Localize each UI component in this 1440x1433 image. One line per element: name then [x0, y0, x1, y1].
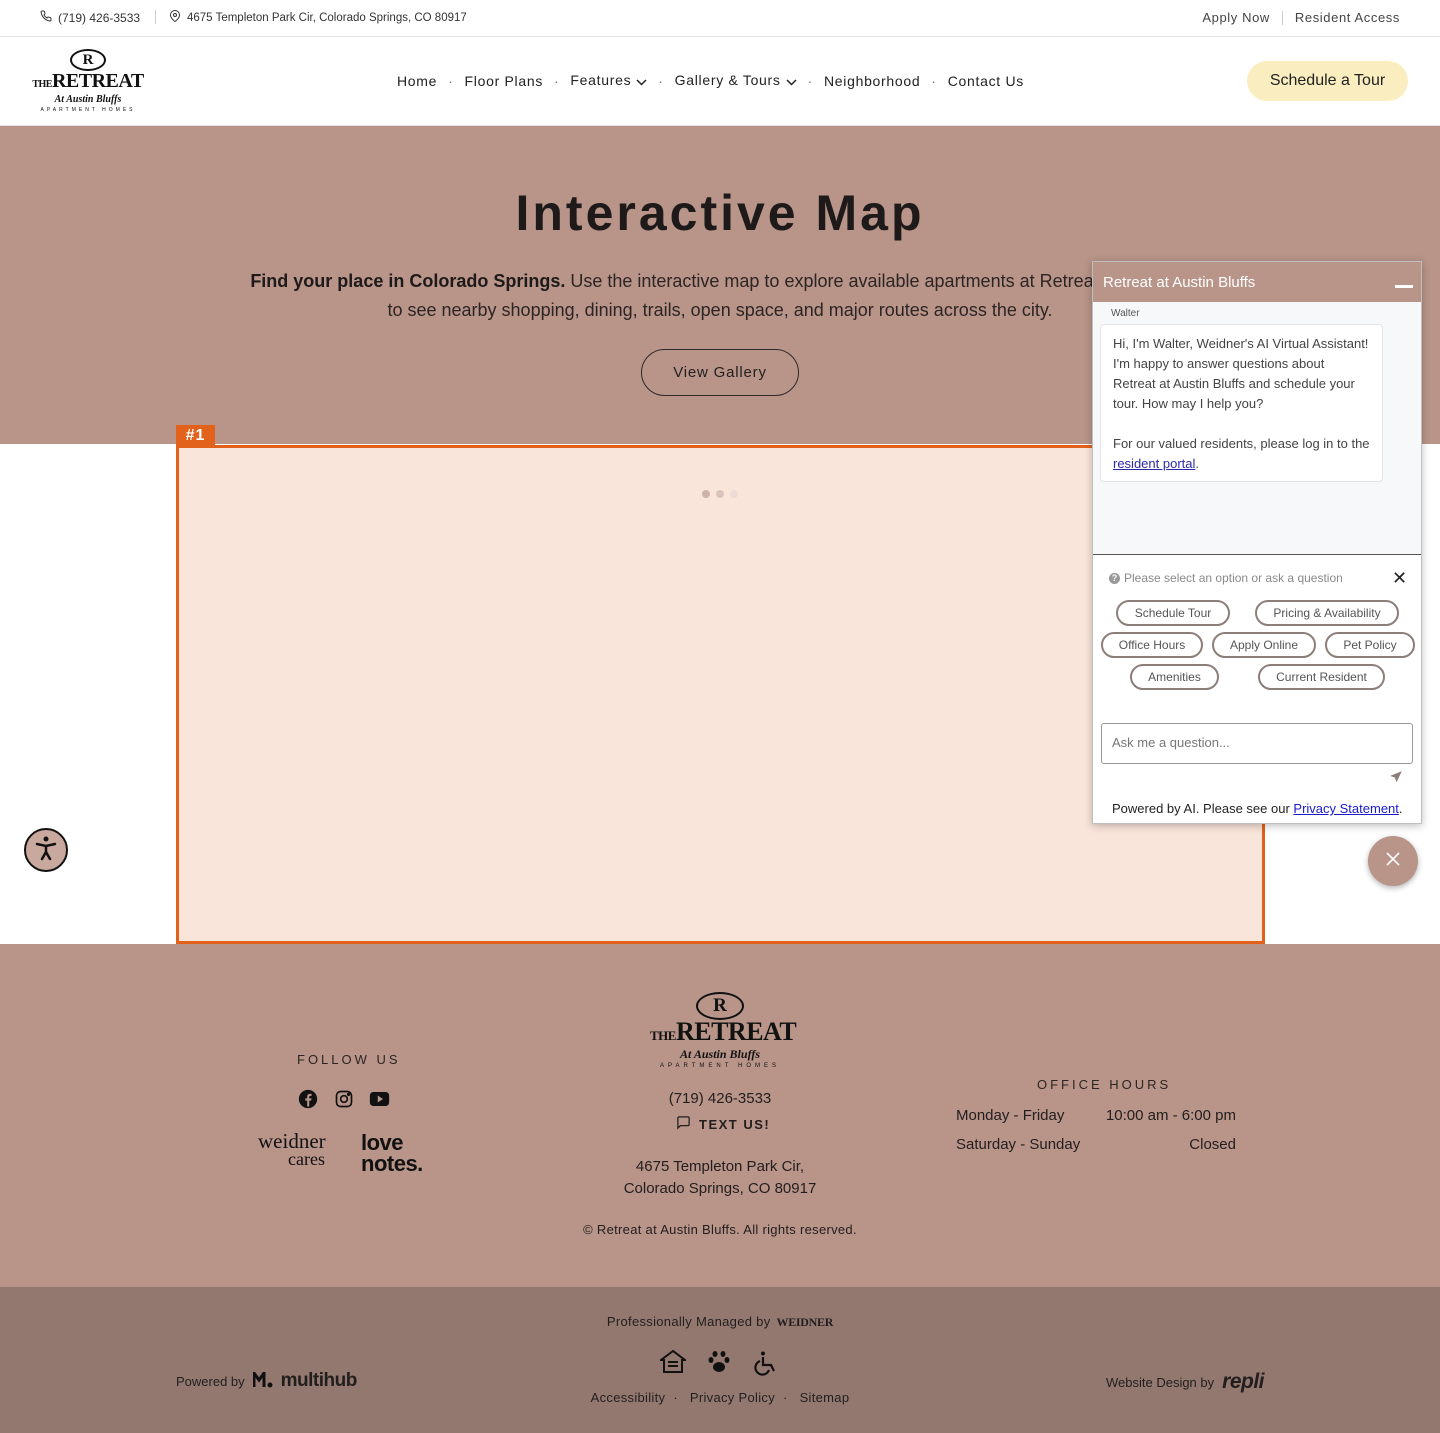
bottom-bar: Professionally Managed by WEIDNER Powered…	[0, 1287, 1440, 1433]
option-apply-online[interactable]: Apply Online	[1212, 632, 1316, 658]
close-icon	[1385, 851, 1401, 872]
logo-subtitle: APARTMENT HOMES	[40, 107, 136, 113]
site-footer: FOLLOW US weidner cares love notes. R THER…	[0, 944, 1440, 1287]
privacy-statement-link[interactable]: Privacy Statement	[1293, 801, 1399, 816]
footer-phone-link[interactable]: (719) 426-3533	[0, 1090, 1440, 1107]
accessibility-icon	[31, 833, 61, 868]
nav-contact-us[interactable]: Contact Us	[948, 73, 1024, 89]
logo-name: THERETREAT	[32, 70, 144, 92]
chat-transcript: Walter Hi, I'm Walter, Weidner's AI Virt…	[1093, 302, 1421, 555]
option-amenities[interactable]: Amenities	[1130, 664, 1219, 690]
chat-toggle-button[interactable]	[1368, 836, 1418, 886]
option-current-resident[interactable]: Current Resident	[1258, 664, 1385, 690]
option-pet-policy[interactable]: Pet Policy	[1325, 632, 1415, 658]
nav-separator: ·	[658, 72, 664, 89]
chat-bubble-icon	[676, 1115, 691, 1133]
nav-floor-plans[interactable]: Floor Plans	[465, 73, 544, 89]
divider	[155, 10, 156, 24]
resident-access-link[interactable]: Resident Access	[1295, 10, 1400, 25]
privacy-policy-link[interactable]: Privacy Policy	[690, 1390, 775, 1405]
chat-input[interactable]: Ask me a question...	[1101, 723, 1413, 764]
top-utility-bar: (719) 426-3533 4675 Templeton Park Cir, …	[0, 0, 1440, 37]
chat-prompt: ? Please select an option or ask a quest…	[1109, 571, 1343, 585]
divider	[1281, 10, 1283, 25]
logo-name: THERETREAT	[650, 1017, 797, 1046]
nav-home[interactable]: Home	[397, 73, 437, 89]
nav-separator: ·	[448, 72, 454, 89]
accessibility-link[interactable]: Accessibility	[591, 1390, 666, 1405]
logo-mark: R	[70, 49, 106, 71]
send-icon[interactable]	[1389, 770, 1403, 789]
follow-us-heading: FOLLOW US	[297, 1052, 401, 1067]
multihub-icon	[252, 1367, 273, 1391]
location-pin-icon	[169, 10, 181, 25]
managed-by: Professionally Managed by WEIDNER	[606, 1314, 834, 1329]
wheelchair-icon	[752, 1350, 778, 1381]
minimize-icon[interactable]	[1395, 285, 1413, 288]
logo-script: At Austin Bluffs	[54, 94, 122, 105]
topbar-phone-text: (719) 426-3533	[58, 10, 141, 25]
weidner-logo[interactable]: WEIDNER	[777, 1315, 834, 1329]
nav-separator: ·	[931, 72, 937, 89]
nav-separator: ·	[807, 72, 813, 89]
topbar-address-text: 4675 Templeton Park Cir, Colorado Spring…	[187, 11, 467, 24]
chevron-down-icon	[786, 73, 797, 89]
compliance-icons	[658, 1349, 778, 1381]
close-icon[interactable]: ✕	[1392, 568, 1407, 589]
powered-by: Powered by multihub	[176, 1367, 358, 1392]
chat-sender-name: Walter	[1111, 308, 1140, 319]
logo-script: At Austin Bluffs	[679, 1047, 761, 1061]
nav-neighborhood[interactable]: Neighborhood	[824, 73, 920, 89]
topbar-phone-link[interactable]: (719) 426-3533	[40, 10, 140, 25]
option-pricing-availability[interactable]: Pricing & Availability	[1255, 600, 1399, 626]
chat-disclaimer: Powered by AI. Please see our Privacy St…	[1112, 801, 1403, 816]
loading-indicator	[702, 490, 738, 498]
topbar-address-link[interactable]: 4675 Templeton Park Cir, Colorado Spring…	[169, 10, 467, 25]
office-hours-row: Monday - Friday 10:00 am - 6:00 pm	[956, 1107, 1236, 1124]
copyright: © Retreat at Austin Bluffs. All rights r…	[583, 1222, 857, 1237]
view-gallery-button[interactable]: View Gallery	[641, 349, 799, 396]
equal-housing-icon	[658, 1349, 688, 1381]
map-highlight-tag: #1	[176, 425, 215, 446]
option-schedule-tour[interactable]: Schedule Tour	[1116, 600, 1230, 626]
page-title: Interactive Map	[515, 185, 925, 241]
logo-subtitle: APARTMENT HOMES	[659, 1063, 780, 1069]
repli-logo[interactable]: repli	[1222, 1370, 1264, 1394]
apply-now-link[interactable]: Apply Now	[1202, 10, 1270, 25]
multihub-logo[interactable]: multihub	[281, 1370, 358, 1392]
footer-address: 4675 Templeton Park Cir, Colorado Springs…	[623, 1158, 817, 1197]
nav-gallery-tours[interactable]: Gallery & Tours	[675, 72, 797, 89]
chat-title: Retreat at Austin Bluffs	[1103, 274, 1256, 291]
site-header: R THERETREAT At Austin Bluffs APARTMENT …	[0, 37, 1440, 126]
phone-icon	[40, 10, 52, 25]
option-office-hours[interactable]: Office Hours	[1101, 632, 1203, 658]
topbar-links: Apply Now Resident Access	[1202, 10, 1400, 25]
pet-friendly-icon	[706, 1350, 732, 1381]
office-hours-heading: OFFICE HOURS	[1037, 1077, 1172, 1092]
help-icon: ?	[1109, 572, 1120, 584]
nav-features[interactable]: Features	[570, 72, 647, 89]
logo-mark: R	[696, 992, 744, 1020]
chat-header: Retreat at Austin Bluffs	[1093, 262, 1421, 302]
site-logo[interactable]: R THERETREAT At Austin Bluffs APARTMENT …	[32, 49, 144, 113]
resident-portal-link[interactable]: resident portal	[1113, 456, 1195, 471]
chat-widget: Retreat at Austin Bluffs Walter Hi, I'm …	[1092, 261, 1422, 824]
schedule-tour-button[interactable]: Schedule a Tour	[1247, 61, 1408, 101]
office-hours-row: Saturday - Sunday Closed	[956, 1136, 1236, 1153]
nav-separator: ·	[554, 72, 560, 89]
sitemap-link[interactable]: Sitemap	[800, 1390, 850, 1405]
chat-message: Hi, I'm Walter, Weidner's AI Virtual Ass…	[1100, 324, 1383, 482]
text-us-link[interactable]: TEXT US!	[676, 1115, 770, 1133]
accessibility-button[interactable]	[24, 828, 68, 872]
chevron-down-icon	[636, 73, 647, 89]
main-nav: Home · Floor Plans · Features · Gallery …	[397, 72, 1024, 89]
footer-logo[interactable]: R THERETREAT At Austin Bluffs APARTMENT …	[650, 992, 797, 1072]
website-design-by: Website Design by repli	[1105, 1370, 1265, 1394]
